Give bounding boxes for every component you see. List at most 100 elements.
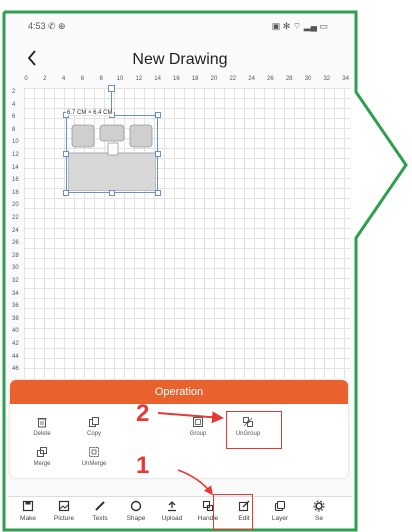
ruler-left: 2 4 6 8 10 12 14 16 18 20 22 24 26 28 30 32 34 36 38 40 42 44… bbox=[10, 88, 24, 378]
ruler-left-tick: 30 bbox=[12, 265, 19, 272]
ruler-left-tick: 46 bbox=[12, 366, 19, 373]
tool-settings[interactable]: Se bbox=[304, 500, 334, 528]
operation-panel: Operation Delete Copy Group UnGroup Merg… bbox=[10, 380, 348, 478]
ruler-top-tick: 26 bbox=[267, 76, 274, 82]
tool-layer[interactable]: Layer bbox=[262, 500, 298, 528]
tool-settings-label: Se bbox=[315, 515, 323, 522]
tool-make-label: Make bbox=[20, 515, 36, 522]
merge-button[interactable]: Merge bbox=[20, 446, 64, 478]
ruler-top-tick: 18 bbox=[191, 76, 199, 82]
bottom-toolbar: Make Picture Texts Shape Upload Handle E… bbox=[8, 496, 352, 528]
trash-icon bbox=[37, 418, 47, 428]
ruler-top-tick: 28 bbox=[285, 76, 293, 82]
dimension-label: 6.7 CM × 6.4 CM bbox=[66, 110, 114, 116]
ruler-left-tick: 14 bbox=[12, 164, 19, 171]
selected-shape[interactable] bbox=[68, 117, 156, 191]
ruler-left-tick: 8 bbox=[12, 126, 16, 133]
tool-texts[interactable]: Texts bbox=[82, 500, 118, 528]
ruler-top-tick: 10 bbox=[116, 76, 124, 82]
highlight-handle bbox=[213, 494, 253, 530]
ruler-top-tick: 0 bbox=[24, 76, 28, 82]
operation-title: Operation bbox=[10, 380, 348, 404]
unmerge-icon bbox=[89, 447, 99, 457]
ruler-top-tick: 6 bbox=[80, 76, 85, 82]
ruler-top-tick: 16 bbox=[173, 76, 180, 82]
copy-label: Copy bbox=[86, 431, 101, 437]
ruler-top-tick: 24 bbox=[248, 76, 255, 82]
ruler-left-tick: 26 bbox=[12, 240, 19, 247]
ruler-left-tick: 22 bbox=[12, 215, 19, 221]
group-icon bbox=[193, 417, 203, 427]
status-time: 4:53 ✆ ⊕ bbox=[28, 21, 66, 31]
ruler-left-tick: 2 bbox=[12, 89, 16, 95]
page-title: New Drawing bbox=[132, 51, 228, 68]
app-header: New Drawing bbox=[8, 42, 352, 76]
resize-handle-mr[interactable] bbox=[155, 151, 161, 157]
delete-label: Delete bbox=[33, 431, 51, 437]
highlight-ungroup bbox=[226, 411, 282, 449]
group-label: Group bbox=[189, 431, 207, 437]
ruler-left-tick: 18 bbox=[12, 189, 19, 196]
ruler-top-tick: 32 bbox=[323, 76, 331, 82]
ruler-left-tick: 38 bbox=[12, 315, 19, 322]
ruler-top-tick: 22 bbox=[229, 76, 237, 82]
tool-upload[interactable]: Upload bbox=[154, 500, 190, 528]
merge-label: Merge bbox=[33, 461, 51, 467]
resize-handle-bm[interactable] bbox=[109, 190, 115, 196]
layer-icon bbox=[274, 500, 286, 512]
rotate-handle[interactable] bbox=[108, 85, 115, 92]
ruler-top-tick: 14 bbox=[154, 76, 161, 82]
copy-icon bbox=[89, 417, 99, 427]
ruler-left-tick: 34 bbox=[12, 290, 19, 297]
ruler-left-tick: 40 bbox=[12, 328, 19, 335]
resize-handle-tr[interactable] bbox=[155, 112, 161, 118]
ruler-left-tick: 32 bbox=[12, 278, 19, 284]
ruler-left-tick: 12 bbox=[12, 152, 19, 158]
tool-texts-label: Texts bbox=[92, 515, 108, 522]
ruler-top-tick: 20 bbox=[210, 76, 218, 82]
resize-handle-bl[interactable] bbox=[63, 190, 69, 196]
tool-upload-label: Upload bbox=[161, 515, 183, 522]
tool-layer-label: Layer bbox=[271, 515, 289, 522]
group-button[interactable]: Group bbox=[176, 416, 220, 450]
status-icons: ▣ ✻ ⌔ ▂▄ ▭ bbox=[271, 21, 328, 31]
pen-icon bbox=[95, 501, 105, 511]
tool-shape[interactable]: Shape bbox=[118, 500, 154, 528]
ruler-left-tick: 4 bbox=[12, 101, 16, 108]
tool-picture-label: Picture bbox=[53, 515, 75, 522]
ruler-left-tick: 28 bbox=[12, 252, 19, 259]
ruler-left-tick: 42 bbox=[12, 341, 19, 347]
ruler-left-tick: 10 bbox=[12, 139, 19, 146]
resize-handle-ml[interactable] bbox=[63, 151, 69, 157]
unmerge-button[interactable]: UnMerge bbox=[72, 446, 116, 478]
merge-icon bbox=[37, 447, 47, 457]
ruler-left-tick: 16 bbox=[12, 177, 19, 184]
settings-icon bbox=[313, 500, 325, 512]
ruler-left-tick: 36 bbox=[12, 303, 19, 310]
ruler-left-tick: 44 bbox=[12, 353, 19, 360]
ruler-left-tick: 24 bbox=[12, 227, 19, 234]
picture-icon bbox=[58, 500, 70, 512]
unmerge-label: UnMerge bbox=[81, 461, 107, 467]
tool-shape-label: Shape bbox=[126, 515, 146, 522]
ruler-top-tick: 30 bbox=[304, 76, 312, 82]
circle-icon bbox=[130, 500, 142, 512]
resize-handle-br[interactable] bbox=[155, 190, 161, 196]
ruler-left-tick: 6 bbox=[12, 114, 16, 121]
save-icon bbox=[22, 500, 34, 512]
status-bar: 4:53 ✆ ⊕ ▣ ✻ ⌔ ▂▄ ▭ bbox=[8, 14, 352, 36]
upload-icon bbox=[168, 501, 176, 512]
ruler-top: 0 2 4 6 8 10 12 14 16 18 20 22 24 26 28 30 32 34 bbox=[18, 74, 350, 88]
ruler-top-tick: 34 bbox=[342, 76, 349, 82]
tool-picture[interactable]: Picture bbox=[46, 500, 82, 528]
ruler-top-tick: 12 bbox=[135, 76, 143, 82]
ruler-left-tick: 20 bbox=[12, 202, 19, 209]
copy-button[interactable]: Copy bbox=[72, 416, 116, 450]
tool-make[interactable]: Make bbox=[10, 500, 46, 528]
ruler-top-tick: 8 bbox=[99, 76, 103, 82]
ruler-top-tick: 4 bbox=[61, 76, 66, 82]
annotation-step-2: 2 bbox=[136, 400, 150, 427]
annotation-step-1: 1 bbox=[136, 452, 150, 479]
ruler-top-tick: 2 bbox=[43, 76, 47, 82]
delete-button[interactable]: Delete bbox=[20, 416, 64, 450]
